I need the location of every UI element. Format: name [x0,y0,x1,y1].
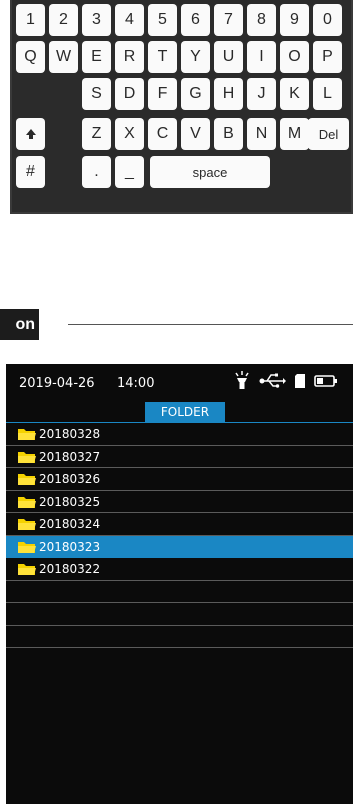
folder-icon [18,451,36,467]
key-4[interactable]: 4 [115,4,144,36]
empty-row [6,626,353,648]
key-r[interactable]: R [115,41,144,73]
key-v[interactable]: V [181,118,210,150]
key-y[interactable]: Y [181,41,210,73]
key-1[interactable]: 1 [16,4,45,36]
section-divider [68,324,353,325]
delete-key[interactable]: Del [308,118,349,150]
key-3[interactable]: 3 [82,4,111,36]
folder-icon [18,541,36,557]
key-6[interactable]: 6 [181,4,210,36]
folder-name: 20180323 [39,539,101,554]
shift-key[interactable] [16,118,45,150]
key-dot[interactable]: . [82,156,111,188]
folder-name: 20180325 [39,494,101,509]
status-bar: 2019-04-26 14:00 [6,364,353,402]
usb-icon [258,370,286,396]
key-d[interactable]: D [115,78,144,110]
status-date: 2019-04-26 [19,376,95,391]
key-e[interactable]: E [82,41,111,73]
key-s[interactable]: S [82,78,111,110]
tab-folder[interactable]: FOLDER [145,402,225,422]
folder-name: 20180322 [39,562,101,576]
key-2[interactable]: 2 [49,4,78,36]
space-key[interactable]: space [150,156,270,188]
key-9[interactable]: 9 [280,4,309,36]
key-h[interactable]: H [214,78,243,110]
folder-row-selected[interactable]: 20180323 [6,535,353,558]
key-hash[interactable]: # [16,156,45,188]
folder-name: 20180326 [39,472,101,486]
key-5[interactable]: 5 [148,4,177,36]
folder-row[interactable]: 20180325 [6,491,353,513]
folder-icon [18,428,36,444]
empty-row [6,581,353,603]
key-x[interactable]: X [115,118,144,150]
key-underscore[interactable]: _ [115,156,144,188]
key-7[interactable]: 7 [214,4,243,36]
key-z[interactable]: Z [82,118,111,150]
folder-name: 20180327 [39,449,101,464]
key-l[interactable]: L [313,78,342,110]
keyboard: 1 2 3 4 5 6 7 8 9 0 Q W E R T Y U I O P … [10,0,353,214]
folder-name: 20180328 [39,427,101,441]
key-w[interactable]: W [49,41,78,73]
folder-row[interactable]: 20180324 [6,513,353,536]
folder-row[interactable]: 20180326 [6,468,353,491]
empty-row [6,603,353,626]
device-screen: 2019-04-26 14:00 FOLDER 20180328 2018032… [6,364,353,804]
folder-list: 20180328 20180327 20180326 20180325 2018… [6,423,353,648]
section-heading-tag: on [0,309,39,340]
battery-icon [314,370,338,396]
sd-card-icon [294,370,306,396]
status-time: 14:00 [117,376,155,391]
key-0[interactable]: 0 [313,4,342,36]
key-n[interactable]: N [247,118,276,150]
key-q[interactable]: Q [16,41,45,73]
folder-icon [18,473,36,489]
key-b[interactable]: B [214,118,243,150]
flashlight-icon [234,370,250,396]
shift-arrow-up-icon [25,128,37,140]
key-i[interactable]: I [247,41,276,73]
folder-row[interactable]: 20180322 [6,558,353,581]
key-8[interactable]: 8 [247,4,276,36]
key-p[interactable]: P [313,41,342,73]
key-c[interactable]: C [148,118,177,150]
key-u[interactable]: U [214,41,243,73]
folder-icon [18,518,36,534]
key-g[interactable]: G [181,78,210,110]
key-k[interactable]: K [280,78,309,110]
folder-icon [18,496,36,512]
key-j[interactable]: J [247,78,276,110]
key-t[interactable]: T [148,41,177,73]
key-m[interactable]: M [280,118,309,150]
folder-icon [18,563,36,579]
key-f[interactable]: F [148,78,177,110]
folder-row[interactable]: 20180328 [6,423,353,446]
key-o[interactable]: O [280,41,309,73]
folder-name: 20180324 [39,517,101,531]
folder-row[interactable]: 20180327 [6,446,353,468]
